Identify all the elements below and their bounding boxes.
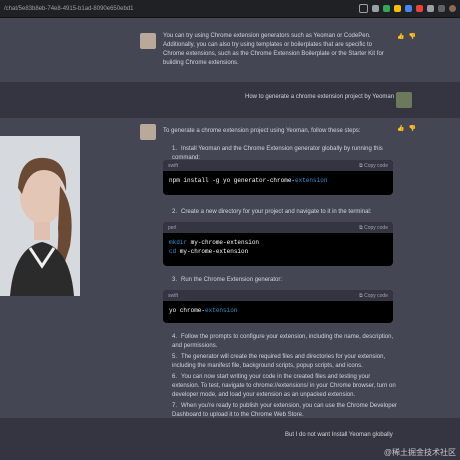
intro-text: To generate a chrome extension project u… xyxy=(163,128,361,134)
copy-code-label: Copy code xyxy=(364,292,388,299)
step-text: Create a new directory for your project … xyxy=(181,209,372,215)
step-6: 6. You can now start writing your code in… xyxy=(172,373,397,400)
code-token: extension xyxy=(205,307,238,314)
user-message: But I do not want Install Yeoman globall… xyxy=(0,418,460,442)
code-block: swift ⧉ Copy code yo chrome-extension xyxy=(163,290,393,323)
user-message: How to generate a chrome extension proje… xyxy=(0,82,460,118)
portrait-drawing xyxy=(0,136,80,296)
watermark: @稀土掘金技术社区 xyxy=(383,448,456,457)
browser-toolbar: /chat/5e83b8eb-74e8-4915-b1ad-8090e650eb… xyxy=(0,0,460,18)
code-header: swift ⧉ Copy code xyxy=(163,290,393,301)
address-bar[interactable]: /chat/5e83b8eb-74e8-4915-b1ad-8090e650eb… xyxy=(4,6,133,12)
step-4: 4. Follow the prompts to configure your e… xyxy=(172,333,397,351)
user-avatar xyxy=(396,92,412,108)
assistant-avatar xyxy=(140,124,156,140)
step-number: 2. xyxy=(172,209,178,215)
thumbs-up-icon[interactable]: 👍 xyxy=(397,33,404,40)
copy-code-button[interactable]: ⧉ Copy code xyxy=(359,225,388,231)
code-block: perl ⧉ Copy code mkdir my-chrome-extensi… xyxy=(163,222,393,266)
step-number: 7. xyxy=(172,403,178,409)
extension-icon[interactable] xyxy=(416,5,423,12)
copy-code-label: Copy code xyxy=(364,224,388,231)
code-content: mkdir my-chrome-extension cd my-chrome-e… xyxy=(163,233,393,261)
code-token: extension xyxy=(295,177,328,184)
extension-icon[interactable] xyxy=(405,5,412,12)
step-text: Run the Chrome Extension generator: xyxy=(181,277,283,283)
code-header: swift ⧉ Copy code xyxy=(163,160,393,171)
step-text: Install Yeoman and the Chrome Extension … xyxy=(172,146,383,161)
code-token: cd xyxy=(169,248,180,255)
extension-icon[interactable] xyxy=(383,5,390,12)
step-5: 5. The generator will create the required… xyxy=(172,353,397,371)
step-text: The generator will create the required f… xyxy=(172,354,386,369)
step-number: 4. xyxy=(172,334,178,340)
code-language: swift xyxy=(168,292,178,299)
profile-avatar[interactable] xyxy=(449,5,456,12)
extension-icon[interactable] xyxy=(427,5,434,12)
star-icon[interactable] xyxy=(372,5,379,12)
step-number: 3. xyxy=(172,277,178,283)
extension-icon[interactable] xyxy=(394,5,401,12)
assistant-avatar xyxy=(140,33,156,49)
share-icon[interactable] xyxy=(359,4,368,13)
step-text: Follow the prompts to configure your ext… xyxy=(172,334,394,349)
portrait-image xyxy=(0,136,80,296)
copy-code-button[interactable]: ⧉ Copy code xyxy=(359,163,388,169)
copy-code-label: Copy code xyxy=(364,162,388,169)
step-2: 2. Create a new directory for your projec… xyxy=(172,208,402,217)
chat-thread: You can try using Chrome extension gener… xyxy=(0,18,460,460)
message-text: How to generate a chrome extension proje… xyxy=(245,94,395,100)
code-token: yo chrome- xyxy=(169,307,206,314)
message-text: But I do not want Install Yeoman globall… xyxy=(285,432,393,438)
step-text: You can now start writing your code in t… xyxy=(172,374,396,398)
step-3: 3. Run the Chrome Extension generator: xyxy=(172,276,402,285)
code-block: swift ⧉ Copy code npm install -g yo gene… xyxy=(163,160,393,195)
thumbs-down-icon[interactable]: 👎 xyxy=(408,33,415,40)
step-number: 6. xyxy=(172,374,178,380)
message-text: You can try using Chrome extension gener… xyxy=(163,33,384,66)
feedback-buttons: 👍 👎 xyxy=(397,33,416,40)
step-number: 5. xyxy=(172,354,178,360)
copy-code-button[interactable]: ⧉ Copy code xyxy=(359,293,388,299)
code-token: mkdir xyxy=(169,239,191,246)
code-token: my-chrome-extension xyxy=(190,239,260,246)
code-language: perl xyxy=(168,224,177,231)
code-token: my-chrome-extension xyxy=(179,248,249,255)
step-number: 1. xyxy=(172,146,178,152)
code-token: npm install -g yo generator-chrome- xyxy=(169,177,296,184)
step-text: When you're ready to publish your extens… xyxy=(172,403,397,418)
puzzle-icon[interactable] xyxy=(438,5,445,12)
code-content: npm install -g yo generator-chrome-exten… xyxy=(163,171,393,190)
extension-icons xyxy=(359,4,456,13)
assistant-message: You can try using Chrome extension gener… xyxy=(0,18,460,82)
thumbs-down-icon[interactable]: 👎 xyxy=(408,125,415,132)
code-language: swift xyxy=(168,162,178,169)
code-content: yo chrome-extension xyxy=(163,301,393,320)
code-header: perl ⧉ Copy code xyxy=(163,222,393,233)
